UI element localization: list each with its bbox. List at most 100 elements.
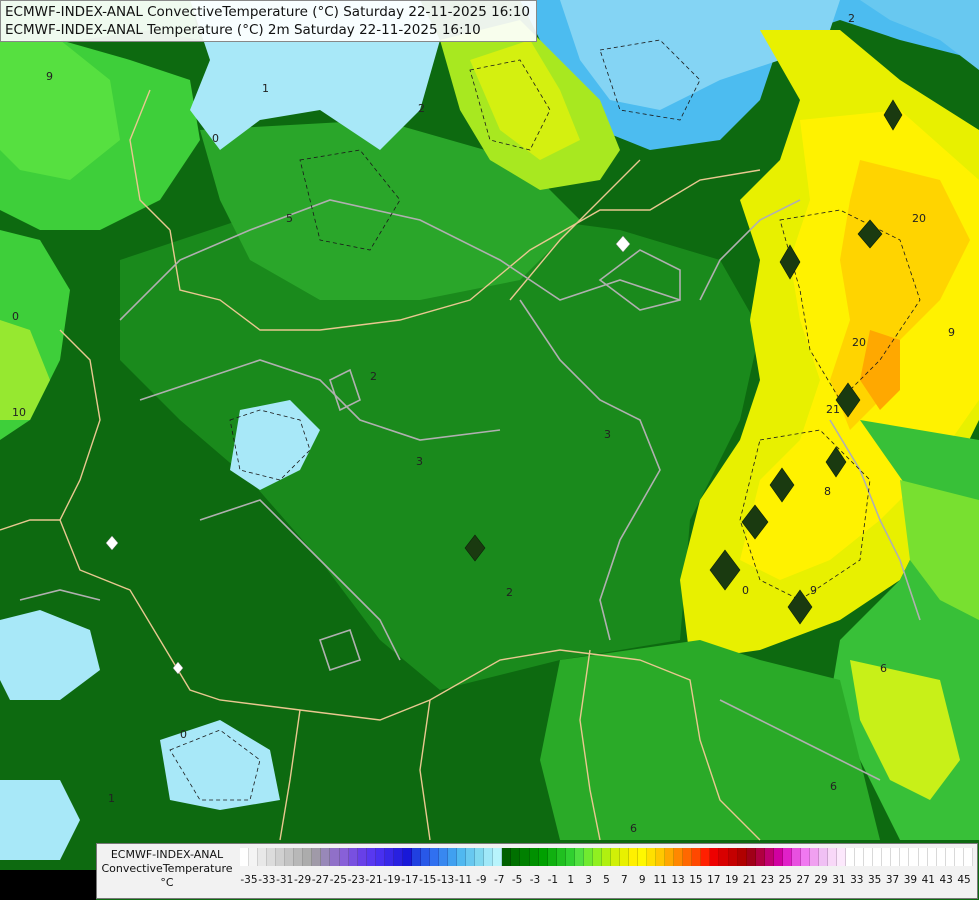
legend-swatch <box>439 848 449 866</box>
legend-color-bar <box>240 848 973 866</box>
svg-text:0: 0 <box>212 132 219 145</box>
legend-swatch <box>692 848 702 866</box>
color-legend: ECMWF-INDEX-ANAL ConvectiveTemperature °… <box>96 843 978 899</box>
legend-swatch <box>918 848 928 866</box>
legend-swatch <box>357 848 367 866</box>
legend-swatch <box>728 848 738 866</box>
legend-tick-label: 41 <box>921 874 935 886</box>
legend-swatch <box>819 848 829 866</box>
legend-swatch <box>828 848 838 866</box>
legend-tick-label: -23 <box>347 874 365 886</box>
svg-text:20: 20 <box>852 336 866 349</box>
legend-swatch <box>665 848 675 866</box>
legend-swatch <box>384 848 394 866</box>
legend-title-line1: ECMWF-INDEX-ANAL <box>110 848 224 861</box>
legend-tick-label: -21 <box>365 874 383 886</box>
svg-text:2: 2 <box>848 12 855 25</box>
legend-swatch <box>719 848 729 866</box>
legend-swatch <box>538 848 548 866</box>
legend-tick-label: 45 <box>957 874 971 886</box>
legend-swatch <box>457 848 467 866</box>
legend-swatch <box>647 848 657 866</box>
legend-swatch <box>484 848 494 866</box>
legend-tick-label: 25 <box>778 874 792 886</box>
legend-tick-label: -15 <box>419 874 437 886</box>
legend-swatch <box>303 848 313 866</box>
legend-swatch <box>348 848 358 866</box>
legend-tick-label: 17 <box>707 874 721 886</box>
legend-tick-label: -27 <box>311 874 330 886</box>
legend-swatch <box>294 848 304 866</box>
legend-swatch <box>511 848 521 866</box>
legend-swatch <box>873 848 883 866</box>
svg-text:1: 1 <box>108 792 115 805</box>
svg-text:3: 3 <box>604 428 611 441</box>
svg-text:8: 8 <box>824 485 831 498</box>
svg-text:3: 3 <box>416 455 423 468</box>
legend-swatch <box>276 848 286 866</box>
legend-tick-label: -7 <box>493 874 505 886</box>
map-title-box: ECMWF-INDEX-ANAL ConvectiveTemperature (… <box>0 0 538 42</box>
svg-text:0: 0 <box>12 310 19 323</box>
legend-swatch <box>846 848 856 866</box>
legend-swatch <box>674 848 684 866</box>
legend-swatch <box>375 848 385 866</box>
legend-swatch <box>909 848 919 866</box>
svg-text:2: 2 <box>370 370 377 383</box>
legend-tick-label: 33 <box>850 874 864 886</box>
legend-tick-label: 39 <box>903 874 918 886</box>
legend-swatch <box>927 848 937 866</box>
legend-swatch <box>339 848 349 866</box>
legend-swatch <box>366 848 376 866</box>
legend-tick-label: 27 <box>796 874 810 886</box>
legend-swatch <box>782 848 792 866</box>
legend-tick-label: 9 <box>638 874 646 886</box>
svg-text:2: 2 <box>418 102 425 115</box>
legend-swatch <box>936 848 946 866</box>
svg-text:6: 6 <box>830 780 837 793</box>
svg-text:1: 1 <box>262 82 269 95</box>
legend-swatch <box>393 848 403 866</box>
svg-text:0: 0 <box>180 728 187 741</box>
legend-swatch <box>583 848 593 866</box>
legend-tick-label: -33 <box>258 874 276 886</box>
legend-tick-label: -31 <box>276 874 294 886</box>
legend-swatch <box>547 848 557 866</box>
legend-swatch <box>411 848 421 866</box>
legend-swatch <box>737 848 747 866</box>
legend-swatch <box>864 848 874 866</box>
legend-tick-labels: -35 -33 -31 -29 -27 -25 -23 -21 -19 -17 -15 -13 -11-… <box>240 874 973 888</box>
legend-swatch <box>520 848 530 866</box>
legend-swatch <box>601 848 611 866</box>
legend-swatch <box>755 848 765 866</box>
legend-tick-label: 5 <box>603 874 610 886</box>
legend-tick-label: 1 <box>567 874 575 886</box>
legend-swatch <box>258 848 268 866</box>
legend-swatch <box>809 848 819 866</box>
legend-swatch <box>837 848 847 866</box>
legend-tick-label: 3 <box>585 874 592 886</box>
svg-text:9: 9 <box>948 326 955 339</box>
legend-swatch <box>529 848 539 866</box>
legend-swatch <box>466 848 476 866</box>
temperature-map[interactable]: 0 2 1 5 2 3 3 2 20 20 21 8 9 0 9 0 10 6 … <box>0 0 979 900</box>
legend-swatch <box>285 848 295 866</box>
legend-tick-label: 7 <box>621 874 628 886</box>
legend-swatch <box>629 848 639 866</box>
legend-tick-label: 37 <box>885 874 900 886</box>
legend-tick-label: -5 <box>511 874 523 886</box>
legend-swatch <box>855 848 865 866</box>
legend-title: ECMWF-INDEX-ANAL ConvectiveTemperature °… <box>100 848 234 890</box>
legend-tick-label: 19 <box>724 874 739 886</box>
legend-swatch <box>764 848 774 866</box>
legend-tick-label: 35 <box>867 874 882 886</box>
legend-tick-label: -1 <box>547 874 559 886</box>
svg-text:9: 9 <box>46 70 53 83</box>
legend-swatch <box>791 848 801 866</box>
legend-swatch <box>249 848 259 866</box>
legend-tick-label: 13 <box>671 874 685 886</box>
legend-swatch <box>475 848 485 866</box>
legend-swatch <box>638 848 648 866</box>
legend-tick-label: -9 <box>476 874 487 886</box>
legend-tick-label: 15 <box>689 874 703 886</box>
